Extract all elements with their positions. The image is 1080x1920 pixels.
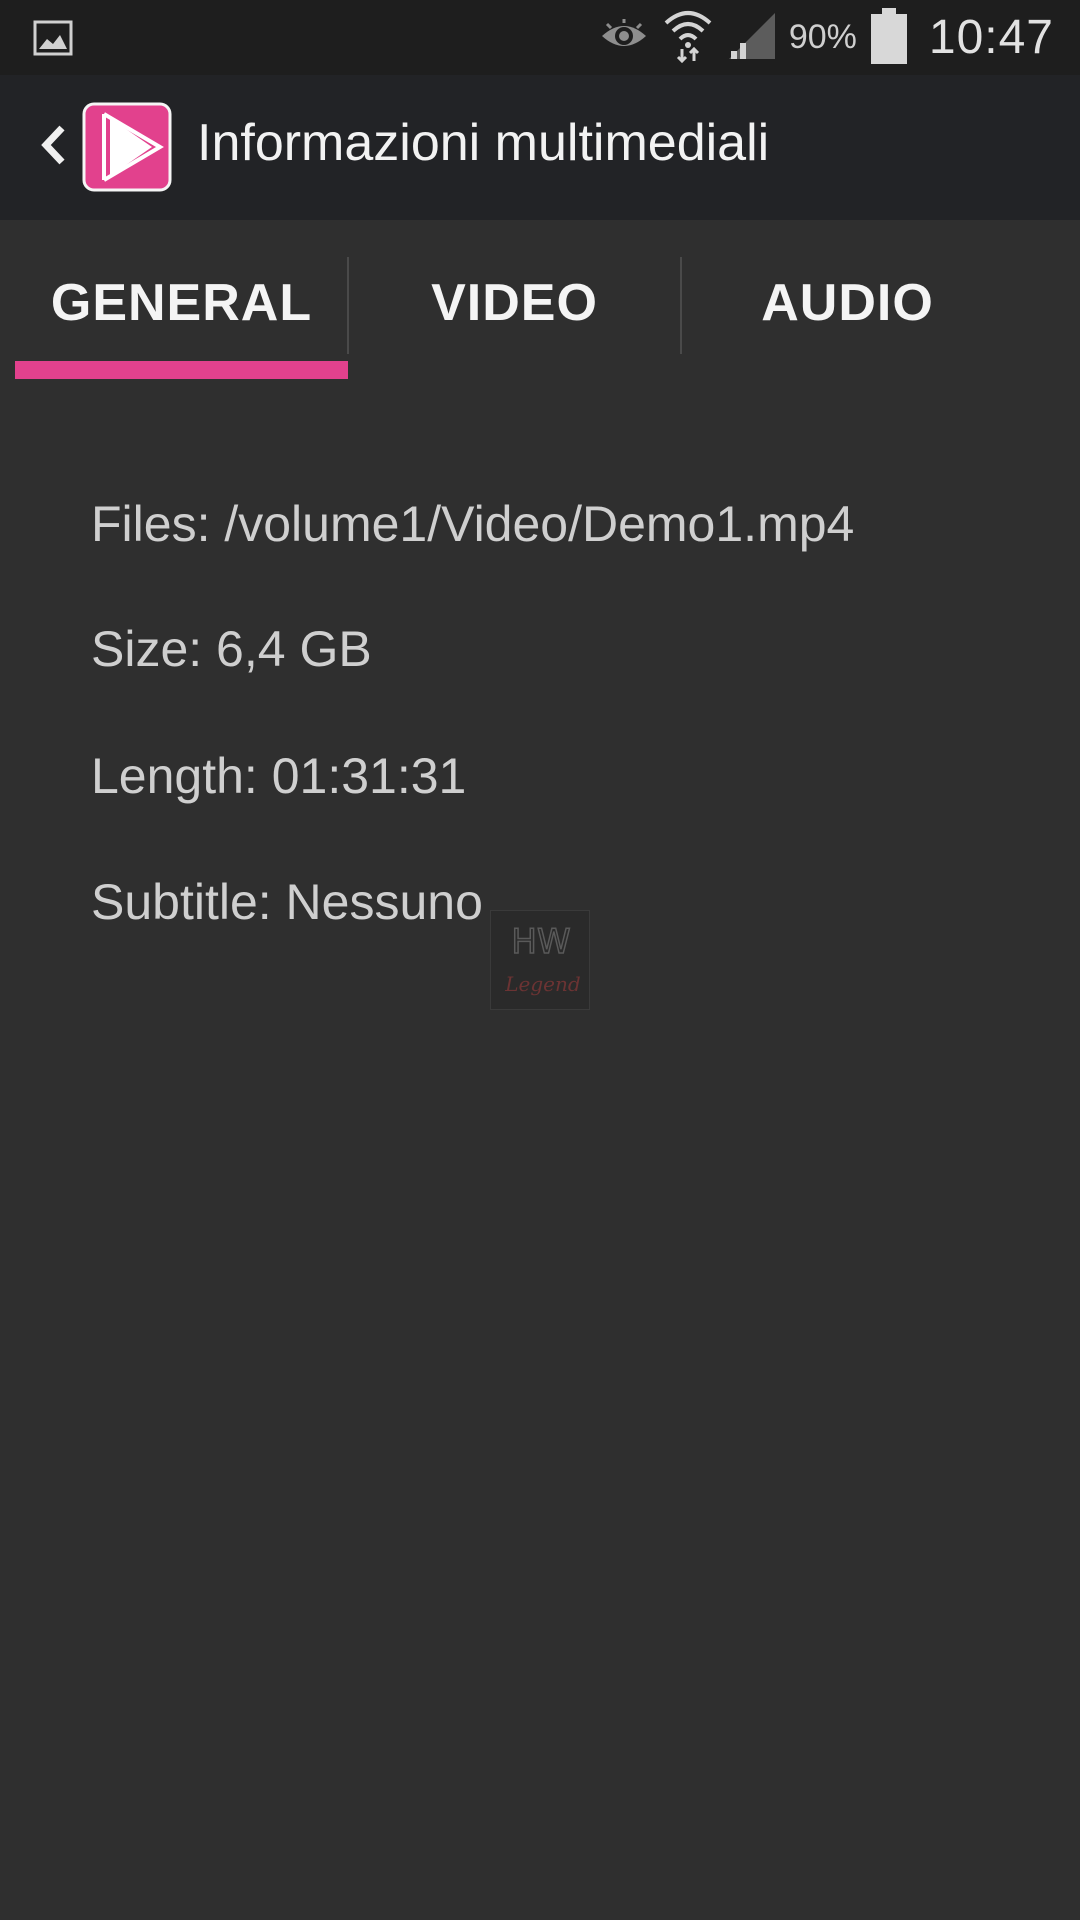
action-bar: Informazioni multimediali — [0, 75, 1080, 220]
chevron-left-icon — [41, 125, 65, 165]
eye-icon — [599, 18, 649, 58]
battery-icon — [870, 7, 907, 68]
tab-video[interactable]: VIDEO — [348, 255, 681, 350]
length-info: Length: 01:31:31 — [91, 748, 467, 804]
watermark-top: HW — [511, 922, 570, 962]
signal-icon — [727, 11, 777, 65]
watermark-bottom: Legend — [504, 972, 580, 996]
status-bar: 90% 10:47 — [0, 0, 1080, 75]
page-title: Informazioni multimediali — [197, 114, 770, 172]
wifi-icon — [663, 9, 713, 67]
tab-general[interactable]: GENERAL — [15, 255, 348, 350]
gallery-notification-icon — [33, 20, 73, 56]
play-icon — [82, 102, 172, 192]
files-info: Files: /volume1/Video/Demo1.mp4 — [91, 496, 855, 552]
tab-bar: GENERAL VIDEO AUDIO — [0, 220, 1080, 380]
back-button[interactable] — [38, 120, 68, 170]
subtitle-info: Subtitle: Nessuno — [91, 874, 483, 930]
size-info: Size: 6,4 GB — [91, 621, 372, 677]
tab-audio[interactable]: AUDIO — [681, 255, 1014, 350]
battery-percent: 90% — [788, 18, 857, 56]
clock: 10:47 — [928, 11, 1054, 64]
status-icons: 90% 10:47 — [585, 0, 1054, 75]
tab-indicator — [15, 361, 348, 379]
watermark-logo: HW Legend — [490, 910, 590, 1010]
